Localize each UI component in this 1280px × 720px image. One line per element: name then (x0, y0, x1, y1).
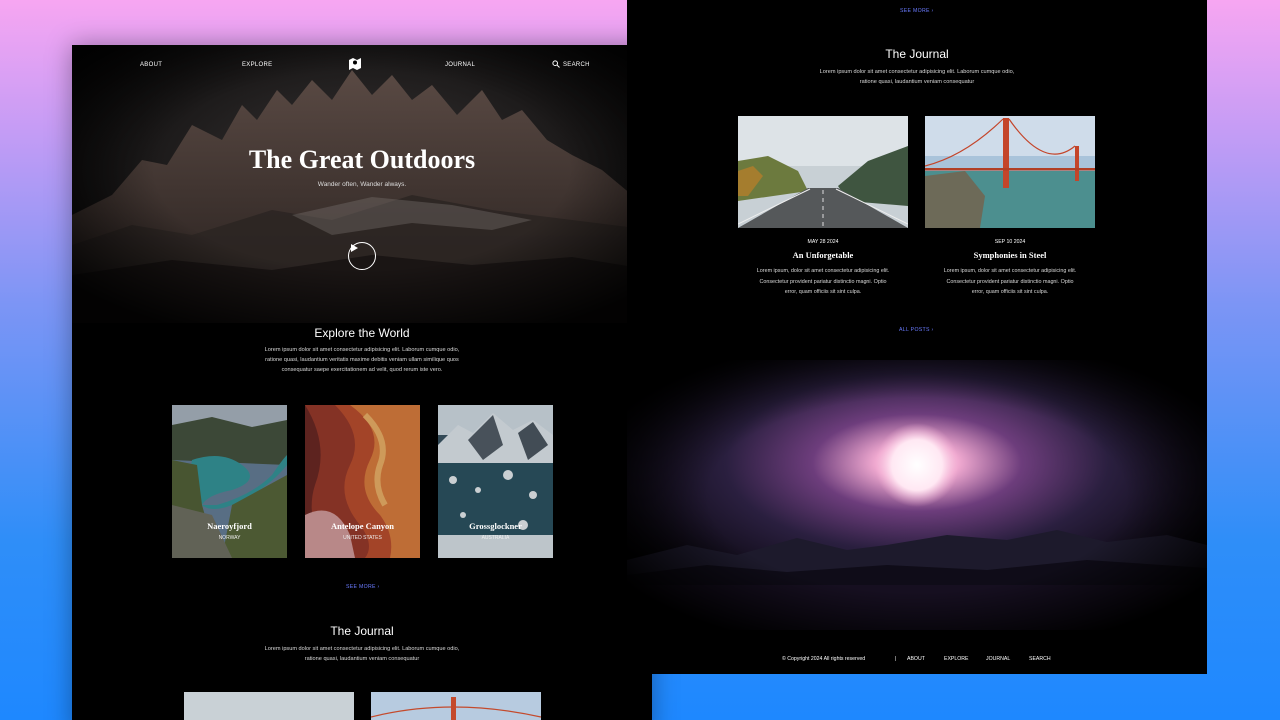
destination-country: NORWAY (218, 535, 241, 541)
excerpt-line: Consectetur provident pariatur distincti… (946, 278, 1074, 285)
post-image-bridge[interactable] (925, 116, 1095, 228)
nav-search[interactable]: SEARCH (563, 62, 590, 68)
hero-title: The Great Outdoors (248, 145, 476, 174)
explore-section-body: Lorem ipsum dolor sit amet consectetur a… (212, 345, 512, 375)
excerpt-line: Lorem ipsum, dolor sit amet consectetur … (756, 268, 890, 274)
nav-about[interactable]: ABOUT (140, 62, 162, 68)
play-video-button[interactable] (348, 242, 376, 270)
see-more-link[interactable]: SEE MORE › (900, 8, 934, 14)
journal-section-title: The Journal (885, 47, 949, 61)
nav-journal[interactable]: JOURNAL (445, 62, 475, 68)
journal-body-line: Lorem ipsum dolor sit amet consectetur a… (264, 646, 460, 652)
search-icon[interactable] (552, 60, 560, 68)
footer-link-journal[interactable]: JOURNAL (986, 656, 1010, 662)
footer-link-search[interactable]: SEARCH (1029, 656, 1051, 662)
journal-body-line: ratione quasi, laudantium veniam consequ… (304, 656, 420, 662)
footer-link-about[interactable]: ABOUT (907, 656, 925, 662)
map-logo-icon[interactable] (348, 57, 362, 71)
journal-section-body: Lorem ipsum dolor sit amet consectetur a… (767, 67, 1067, 87)
journal-section-body: Lorem ipsum dolor sit amet consectetur a… (212, 644, 512, 664)
sunset-lake-image (627, 360, 1207, 630)
destination-card-antelope-canyon[interactable]: Antelope Canyon UNITED STATES (305, 405, 420, 558)
journal-body-line: ratione quasi, laudantium veniam consequ… (859, 79, 975, 85)
journal-thumb-road[interactable] (184, 692, 354, 720)
destination-country: AUSTRALIA (481, 535, 510, 541)
destination-country: UNITED STATES (343, 535, 382, 541)
explore-section-title: Explore the World (314, 326, 410, 340)
destination-card-grossglockner[interactable]: Grossglockner AUSTRALIA (438, 405, 553, 558)
excerpt-line: Lorem ipsum, dolor sit amet consectetur … (943, 268, 1077, 274)
destination-name: Naeroyfjord (207, 521, 252, 531)
post-image-road[interactable] (738, 116, 908, 228)
nav-explore[interactable]: EXPLORE (242, 62, 272, 68)
see-more-link[interactable]: SEE MORE › (346, 584, 380, 590)
journal-thumb-bridge[interactable] (371, 692, 541, 720)
destination-card-naeroyfjord[interactable]: Naeroyfjord NORWAY (172, 405, 287, 558)
landing-page-preview: ABOUT EXPLORE JOURNAL SEARCH The Great O… (72, 45, 652, 720)
landing-page-preview-continued: SEE MORE › The Journal Lorem ipsum dolor… (627, 0, 1207, 674)
journal-section-title: The Journal (330, 624, 394, 638)
footer-link-explore[interactable]: EXPLORE (944, 656, 969, 662)
post-title[interactable]: An Unforgetable (738, 250, 908, 260)
explore-body-line: ratione quasi, laudantium veritatis maxi… (265, 357, 459, 363)
hero-section: ABOUT EXPLORE JOURNAL SEARCH The Great O… (72, 45, 652, 323)
footer-copyright: © Copyright 2024 All rights reserved (782, 656, 866, 662)
destination-name: Grossglockner (469, 521, 522, 531)
excerpt-line: Consectetur provident pariatur distincti… (759, 278, 887, 285)
excerpt-line: error, quam officiis sit sint culpa. (784, 289, 862, 295)
post-excerpt: Lorem ipsum, dolor sit amet consectetur … (738, 266, 908, 298)
hero-subtitle: Wander often, Wander always. (317, 181, 407, 188)
post-excerpt: Lorem ipsum, dolor sit amet consectetur … (925, 266, 1095, 298)
site-footer: © Copyright 2024 All rights reserved | A… (627, 656, 1207, 668)
all-posts-link[interactable]: ALL POSTS › (899, 327, 934, 333)
destination-name: Antelope Canyon (330, 521, 395, 531)
excerpt-line: error, quam officiis sit sint culpa. (971, 289, 1049, 295)
explore-body-line: Lorem ipsum dolor sit amet consectetur a… (264, 347, 460, 353)
post-date: MAY 28 2024 (807, 239, 839, 245)
footer-separator: | (895, 656, 897, 662)
post-date: SEP 10 2024 (994, 239, 1026, 245)
journal-body-line: Lorem ipsum dolor sit amet consectetur a… (819, 69, 1015, 75)
explore-body-line: consequatur saepe exercitationem ad veli… (281, 367, 443, 373)
post-title[interactable]: Symphonies in Steel (925, 250, 1095, 260)
play-icon (351, 244, 358, 252)
